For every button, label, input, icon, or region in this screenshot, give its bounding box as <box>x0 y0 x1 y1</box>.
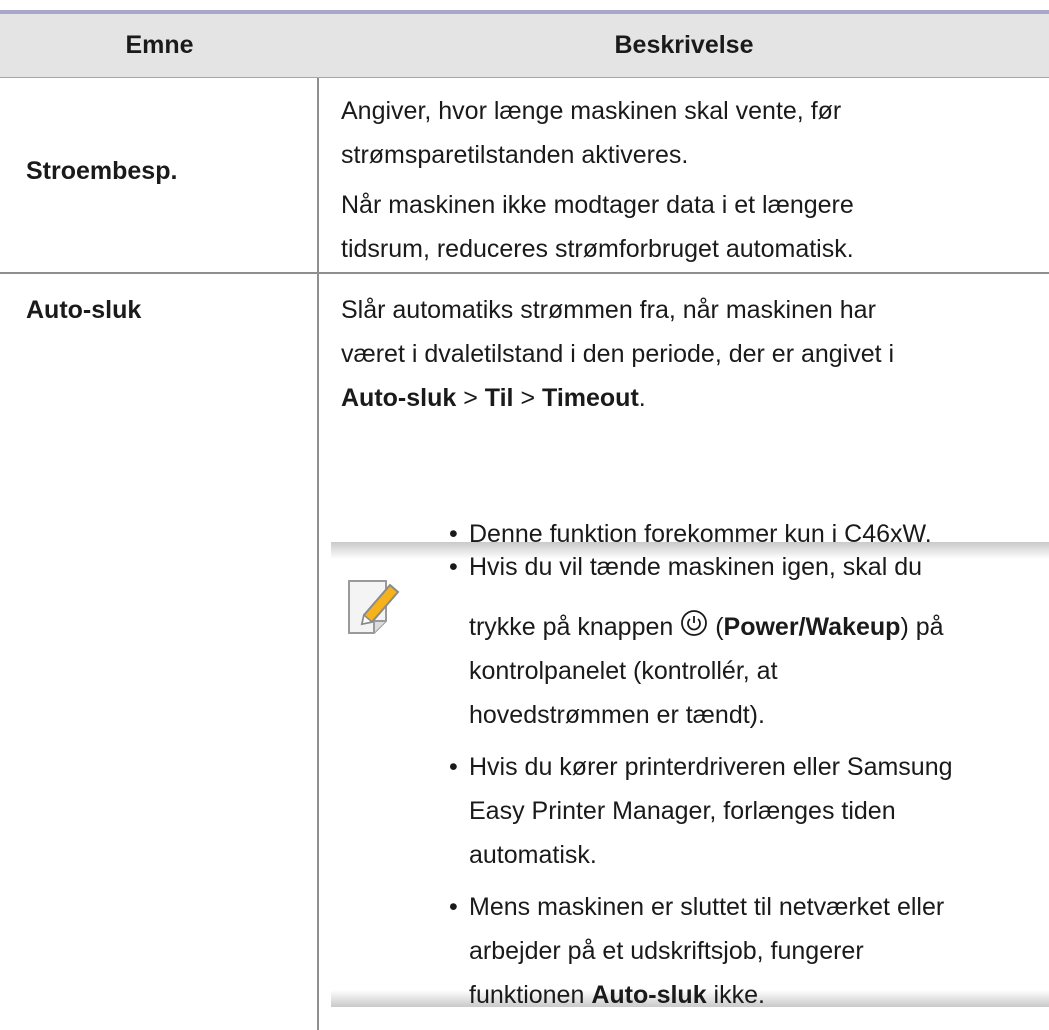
path-separator: > <box>513 384 542 412</box>
note-item-line: arbejder på et udskriftsjob, fungerer <box>469 937 864 965</box>
row-desc-line: Slår automatiks strømmen fra, når maskin… <box>341 296 876 324</box>
path-separator: > <box>456 384 485 412</box>
note-item-line: trykke på knappen (Power/Wakeup) på <box>469 606 944 648</box>
bullet: • <box>449 553 458 581</box>
path-end: . <box>638 384 646 412</box>
row-desc-line: Når maskinen ikke modtager data i et læn… <box>341 191 854 219</box>
path-auto-sluk: Auto-sluk <box>341 384 457 412</box>
note-item: Mens maskinen er sluttet til netværket e… <box>469 893 945 921</box>
row-desc-line: været i dvaletilstand i den periode, der… <box>341 340 895 368</box>
auto-sluk-label: Auto-sluk <box>591 981 707 1009</box>
bullet: • <box>449 893 458 921</box>
header-description: Beskrivelse <box>614 31 754 59</box>
note-item-line: kontrolpanelet (kontrollér, at <box>469 657 778 685</box>
row-desc-line: Angiver, hvor længe maskinen skal vente,… <box>341 97 842 125</box>
row-divider <box>0 272 1049 274</box>
path-timeout: Timeout <box>542 384 639 412</box>
note-item-line: Easy Printer Manager, forlænges tiden <box>469 797 896 825</box>
note-text: ikke. <box>706 981 765 1009</box>
bullet: • <box>449 753 458 781</box>
note-text: funktionen <box>469 981 592 1009</box>
path-til: Til <box>484 384 514 412</box>
note-text: trykke på knappen <box>469 613 681 641</box>
menu-path: Auto-sluk > Til > Timeout. <box>341 377 646 419</box>
row-topic: Stroembesp. <box>26 157 178 185</box>
note-item-line: hovedstrømmen er tændt). <box>469 701 765 729</box>
row-desc-line: strømsparetilstanden aktiveres. <box>341 141 689 169</box>
note-item: Hvis du kører printerdriveren eller Sams… <box>469 753 953 781</box>
power-icon <box>681 610 708 636</box>
row-topic: Auto-sluk <box>26 296 142 324</box>
note-item: Hvis du vil tænde maskinen igen, skal du <box>469 553 923 581</box>
note-item-line: funktionen Auto-sluk ikke. <box>469 974 765 1016</box>
note-text: ( <box>708 613 724 641</box>
note-pencil-icon <box>348 580 400 634</box>
table-header: Emne Beskrivelse <box>0 14 1049 78</box>
column-divider <box>317 78 319 1030</box>
note-text: ) på <box>900 613 944 641</box>
power-wakeup-label: Power/Wakeup <box>723 613 901 641</box>
header-topic: Emne <box>125 31 194 59</box>
note-item-line: automatisk. <box>469 841 597 869</box>
row-desc-line: tidsrum, reduceres strømforbruget automa… <box>341 235 854 263</box>
